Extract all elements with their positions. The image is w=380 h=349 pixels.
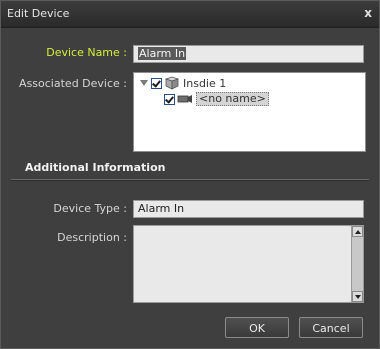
description-textarea[interactable] <box>133 225 364 303</box>
close-button[interactable]: x <box>364 6 372 20</box>
tree-item-insdie-1[interactable]: Insdie 1 <box>139 76 226 90</box>
tree-item-no-name[interactable]: <no name> <box>164 92 269 106</box>
camera-icon <box>177 95 192 103</box>
device-type-field: Alarm In <box>133 200 364 218</box>
ok-button[interactable]: OK <box>225 317 289 338</box>
tree-item-label: <no name> <box>196 92 269 106</box>
device-name-input[interactable]: Alarm In <box>133 45 364 63</box>
scroll-up-icon[interactable] <box>352 226 363 237</box>
section-divider <box>11 179 369 181</box>
server-icon <box>164 76 180 90</box>
device-name-label: Device Name : <box>46 46 127 59</box>
scroll-down-icon[interactable] <box>352 291 363 302</box>
edit-device-dialog: Edit Device x Device Name : Alarm In Ass… <box>0 0 380 349</box>
checkbox[interactable] <box>164 93 175 105</box>
description-scrollbar[interactable] <box>351 226 363 302</box>
checkbox[interactable] <box>151 77 162 89</box>
associated-device-label: Associated Device : <box>19 77 127 90</box>
dialog-title: Edit Device <box>7 7 70 20</box>
expand-arrow-icon[interactable] <box>139 79 148 88</box>
section-header: Additional Information <box>25 161 166 174</box>
tree-item-label: Insdie 1 <box>183 76 227 90</box>
associated-device-tree[interactable]: Insdie 1 <no name> <box>133 72 366 152</box>
device-name-value: Alarm In <box>138 47 187 60</box>
description-label: Description : <box>57 231 127 244</box>
device-type-label: Device Type : <box>53 202 127 215</box>
title-bar: Edit Device x <box>1 1 379 28</box>
cancel-button[interactable]: Cancel <box>299 317 363 338</box>
device-type-value: Alarm In <box>138 202 185 215</box>
